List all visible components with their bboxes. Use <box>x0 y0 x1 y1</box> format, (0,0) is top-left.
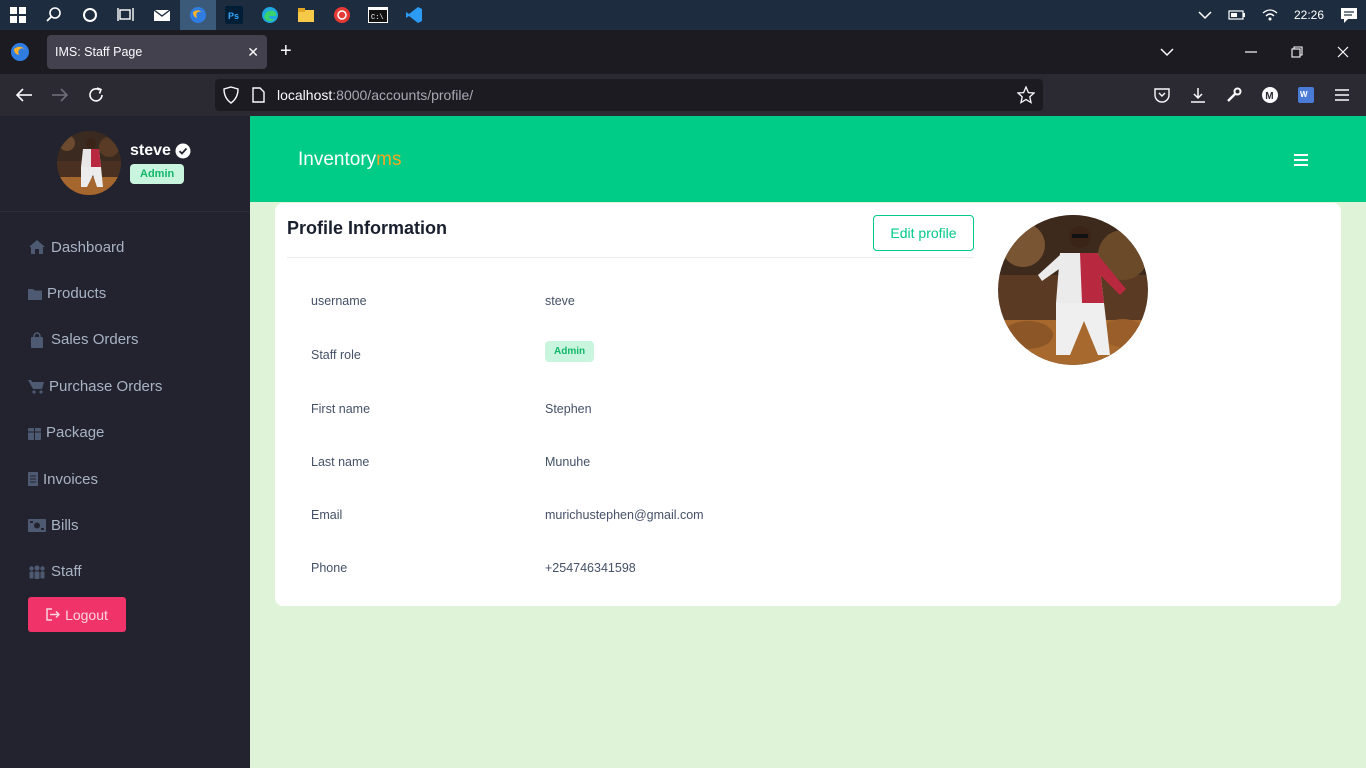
forward-arrow-icon[interactable] <box>49 84 71 106</box>
profile-photo <box>998 215 1148 365</box>
cortana-icon[interactable] <box>72 0 108 30</box>
terminal-icon[interactable]: C:\ <box>360 0 396 30</box>
profile-row-phone: Phone +254746341598 <box>311 561 636 575</box>
cart-icon <box>28 379 44 394</box>
sidebar-item-dashboard[interactable]: Dashboard <box>28 224 162 270</box>
notification-icon[interactable] <box>1340 7 1358 23</box>
battery-icon[interactable] <box>1228 9 1246 21</box>
users-icon <box>29 565 45 579</box>
os-taskbar: Ps C:\ 22:26 <box>0 0 1366 30</box>
browser-tab-bar: IMS: Staff Page ✕ + <box>0 30 1366 74</box>
bookmark-star-icon[interactable] <box>1016 85 1036 109</box>
app-red-icon[interactable] <box>324 0 360 30</box>
vscode-icon[interactable] <box>396 0 432 30</box>
system-tray: 22:26 <box>1190 0 1366 30</box>
sidebar-item-purchase-orders[interactable]: Purchase Orders <box>28 363 162 409</box>
firefox-taskbar-icon[interactable] <box>180 0 216 30</box>
reload-icon[interactable] <box>85 84 107 106</box>
svg-text:C:\: C:\ <box>371 14 384 22</box>
profile-row-last-name: Last name Munuhe <box>311 455 591 469</box>
sidebar-profile: steve Admin <box>0 116 250 212</box>
sidebar-item-package[interactable]: Package <box>28 410 162 456</box>
browser-nav-bar: localhost:8000/accounts/profile/ M W <box>0 74 1366 116</box>
wrench-icon[interactable] <box>1223 84 1245 106</box>
sidebar-item-products[interactable]: Products <box>28 270 162 316</box>
close-tab-icon[interactable]: ✕ <box>247 44 259 61</box>
sidebar-role-badge: Admin <box>130 164 185 184</box>
profile-row-username: username steve <box>311 294 575 308</box>
page-title: Profile Information <box>287 218 448 238</box>
app-header: Inventoryms <box>250 116 1366 202</box>
profile-row-first-name: First name Stephen <box>311 402 592 416</box>
profile-card: Profile Information Edit profile usernam… <box>275 203 1341 606</box>
pocket-icon[interactable] <box>1151 84 1173 106</box>
photoshop-icon[interactable]: Ps <box>216 0 252 30</box>
page-info-icon[interactable] <box>251 87 265 108</box>
firefox-logo-icon <box>10 42 30 67</box>
sidebar-item-bills[interactable]: Bills <box>28 502 162 548</box>
invoice-icon <box>28 472 38 487</box>
restore-icon[interactable] <box>1274 30 1320 74</box>
wifi-icon[interactable] <box>1262 8 1278 22</box>
url-text[interactable]: localhost:8000/accounts/profile/ <box>277 87 473 103</box>
extension-icon[interactable]: W <box>1295 84 1317 106</box>
file-explorer-icon[interactable] <box>288 0 324 30</box>
sidebar-item-staff[interactable]: Staff <box>28 549 162 595</box>
hamburger-menu-icon[interactable] <box>1294 153 1308 171</box>
avatar <box>57 131 121 195</box>
search-icon[interactable] <box>36 0 72 30</box>
sidebar-item-invoices[interactable]: Invoices <box>28 456 162 502</box>
sign-out-icon <box>46 608 61 621</box>
svg-text:W: W <box>1300 90 1308 99</box>
box-icon <box>28 427 41 440</box>
bag-icon <box>31 332 43 348</box>
svg-text:Ps: Ps <box>228 11 239 21</box>
menu-icon[interactable] <box>1331 84 1353 106</box>
title-divider <box>287 257 974 258</box>
role-badge: Admin <box>545 341 595 362</box>
shield-icon[interactable] <box>223 86 239 109</box>
sidebar-item-sales-orders[interactable]: Sales Orders <box>28 317 162 363</box>
windows-start-icon[interactable] <box>0 0 36 30</box>
sidebar: steve Admin Dashboard Products Sales Ord… <box>0 116 250 768</box>
chevron-up-icon[interactable] <box>1198 10 1212 20</box>
logout-button[interactable]: Logout <box>28 597 126 632</box>
profile-row-staff-role: Staff role Admin <box>311 341 961 368</box>
brand-logo[interactable]: Inventoryms <box>298 149 401 171</box>
account-m-icon[interactable]: M <box>1259 84 1281 106</box>
money-icon <box>28 519 46 533</box>
browser-tab-active[interactable]: IMS: Staff Page ✕ <box>47 35 267 69</box>
downloads-icon[interactable] <box>1187 84 1209 106</box>
minimize-icon[interactable] <box>1228 30 1274 74</box>
edge-icon[interactable] <box>252 0 288 30</box>
svg-text:M: M <box>1265 91 1273 102</box>
mail-icon[interactable] <box>144 0 180 30</box>
sidebar-username: steve <box>130 142 191 160</box>
task-view-icon[interactable] <box>108 0 144 30</box>
tab-title: IMS: Staff Page <box>55 45 143 59</box>
profile-row-email: Email murichustephen@gmail.com <box>311 508 704 522</box>
close-window-icon[interactable] <box>1320 30 1366 74</box>
list-tabs-chevron-icon[interactable] <box>1144 30 1190 74</box>
new-tab-plus-icon[interactable]: + <box>280 41 292 61</box>
home-icon <box>29 240 45 255</box>
sidebar-menu: Dashboard Products Sales Orders Purchase… <box>28 224 162 595</box>
verified-check-icon <box>175 143 191 159</box>
folder-icon <box>28 289 42 301</box>
back-arrow-icon[interactable] <box>13 84 35 106</box>
edit-profile-button[interactable]: Edit profile <box>873 215 974 251</box>
clock[interactable]: 22:26 <box>1294 8 1324 22</box>
url-bar[interactable]: localhost:8000/accounts/profile/ <box>215 79 1043 111</box>
